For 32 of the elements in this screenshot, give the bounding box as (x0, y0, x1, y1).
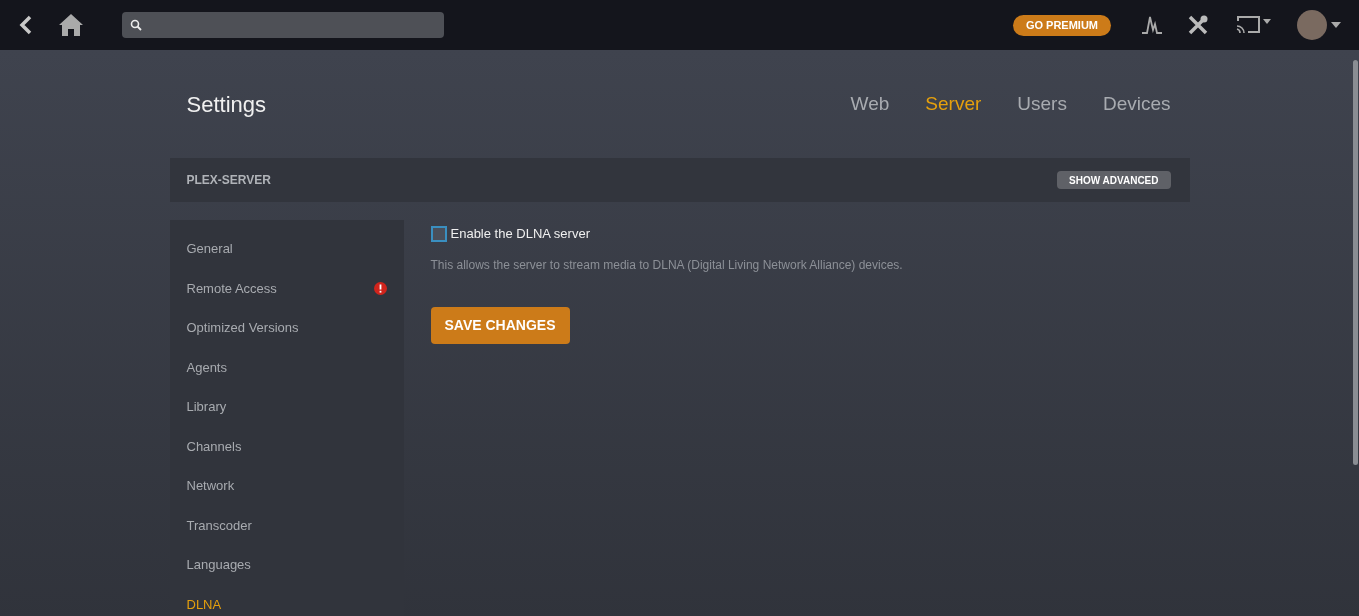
scrollbar[interactable] (1353, 60, 1358, 465)
page-title: Settings (186, 90, 266, 119)
sidebar-item[interactable]: DLNA (186, 584, 387, 616)
activity-icon[interactable] (1141, 14, 1163, 36)
settings-tab[interactable]: Server (925, 89, 982, 119)
show-advanced-button[interactable]: SHOW ADVANCED (1057, 171, 1171, 189)
cast-icon[interactable] (1235, 15, 1273, 35)
sidebar-item[interactable]: Languages (186, 545, 387, 585)
sidebar-item[interactable]: Network (186, 466, 387, 506)
caret-icon (1331, 22, 1341, 28)
sidebar-item[interactable]: General (186, 229, 387, 269)
sidebar-item[interactable]: Optimized Versions (186, 308, 387, 348)
settings-tab[interactable]: Web (850, 89, 890, 119)
tools-icon[interactable] (1187, 14, 1209, 36)
search-icon (130, 19, 142, 31)
checkbox-label: Enable the DLNA server (450, 225, 590, 243)
go-premium-button[interactable]: GO PREMIUM (1012, 14, 1111, 36)
save-changes-button[interactable]: SAVE CHANGES (430, 306, 570, 344)
sidebar-item[interactable]: Remote Access (186, 268, 387, 308)
search-field[interactable] (122, 12, 444, 38)
sidebar-item[interactable]: Channels (186, 426, 387, 466)
checkbox[interactable] (430, 225, 447, 242)
settings-tab[interactable]: Devices (1102, 89, 1171, 119)
avatar[interactable] (1297, 10, 1327, 40)
server-name: PLEX-SERVER (186, 172, 271, 189)
sidebar-item[interactable]: Library (186, 387, 387, 427)
settings-tab[interactable]: Users (1017, 89, 1067, 119)
sidebar-item[interactable]: Transcoder (186, 505, 387, 545)
home-icon[interactable] (58, 13, 84, 37)
back-icon[interactable] (18, 15, 34, 35)
option-description: This allows the server to stream media to DLNA (Digital Living Network Alliance) devices. (430, 256, 903, 274)
sidebar-item[interactable]: Agents (186, 347, 387, 387)
